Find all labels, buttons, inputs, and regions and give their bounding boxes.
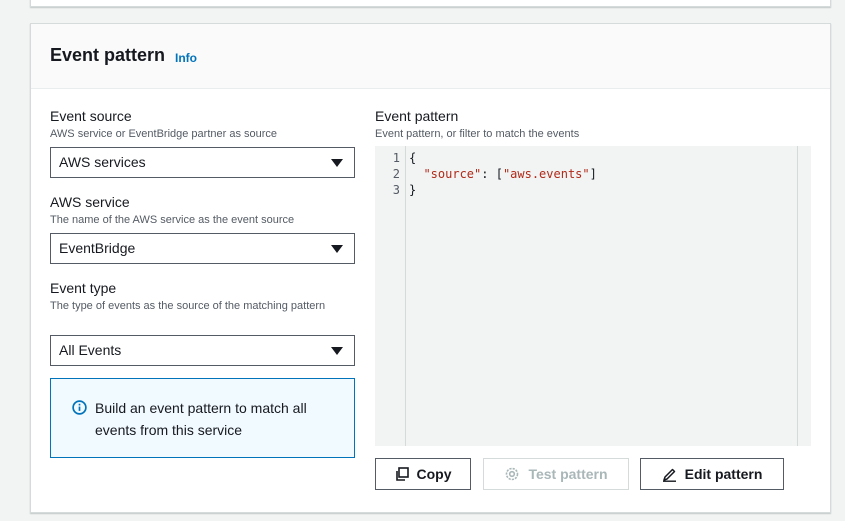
edit-icon <box>662 468 676 482</box>
caret-down-icon <box>331 245 343 253</box>
copy-button-label: Copy <box>416 466 452 482</box>
aws-service-value: EventBridge <box>59 240 136 256</box>
code-line: } <box>409 182 797 198</box>
info-link[interactable]: Info <box>175 51 197 65</box>
test-pattern-button[interactable]: Test pattern <box>483 458 629 490</box>
editor-scrollbar[interactable] <box>797 146 811 446</box>
edit-pattern-button[interactable]: Edit pattern <box>640 458 784 490</box>
line-number: 3 <box>392 183 400 197</box>
event-type-description: The type of events as the source of the … <box>50 300 326 312</box>
caret-down-icon <box>331 347 343 355</box>
code-token-key: "source" <box>423 167 482 181</box>
code-token-value: "aws.events" <box>502 167 590 181</box>
code-token: { <box>409 151 417 165</box>
info-circle-icon <box>72 400 87 415</box>
code-line: "source": ["aws.events"] <box>409 166 797 182</box>
event-pattern-panel: Event pattern Info Event source AWS serv… <box>30 23 831 513</box>
aws-service-description: The name of the AWS service as the event… <box>50 214 295 226</box>
line-number-gutter: 1 2 3 <box>375 146 405 446</box>
code-token: } <box>409 183 417 197</box>
copy-button[interactable]: Copy <box>375 458 471 490</box>
panel-header: Event pattern Info <box>31 24 830 89</box>
line-number: 2 <box>392 167 400 181</box>
alert-text: Build an event pattern to match all even… <box>95 400 307 438</box>
event-source-value: AWS services <box>59 154 146 170</box>
event-source-label: Event source <box>50 108 132 124</box>
event-source-select[interactable]: AWS services <box>50 147 355 178</box>
code-line: { <box>409 150 797 166</box>
gear-icon <box>506 467 519 481</box>
previous-panel <box>30 0 831 7</box>
event-type-value: All Events <box>59 342 122 358</box>
copy-icon <box>395 467 409 481</box>
event-pattern-description: Event pattern, or filter to match the ev… <box>375 128 580 140</box>
event-type-label: Event type <box>50 280 117 296</box>
code-text-area[interactable]: { "source": ["aws.events"] } <box>405 146 797 446</box>
line-number: 1 <box>392 151 400 165</box>
event-pattern-label: Event pattern <box>375 108 459 124</box>
event-source-description: AWS service or EventBridge partner as so… <box>50 128 278 140</box>
event-type-select[interactable]: All Events <box>50 335 355 366</box>
aws-service-label: AWS service <box>50 194 130 210</box>
test-pattern-button-label: Test pattern <box>528 466 608 482</box>
info-alert: Build an event pattern to match all even… <box>50 378 355 458</box>
aws-service-select[interactable]: EventBridge <box>50 233 355 264</box>
caret-down-icon <box>331 159 343 167</box>
code-token: : [ <box>481 167 503 181</box>
panel-title: Event pattern <box>50 45 166 65</box>
code-token: ] <box>589 167 597 181</box>
edit-pattern-button-label: Edit pattern <box>684 466 763 482</box>
code-editor[interactable]: 1 2 3 { "source": ["aws.events"] } <box>375 146 811 446</box>
